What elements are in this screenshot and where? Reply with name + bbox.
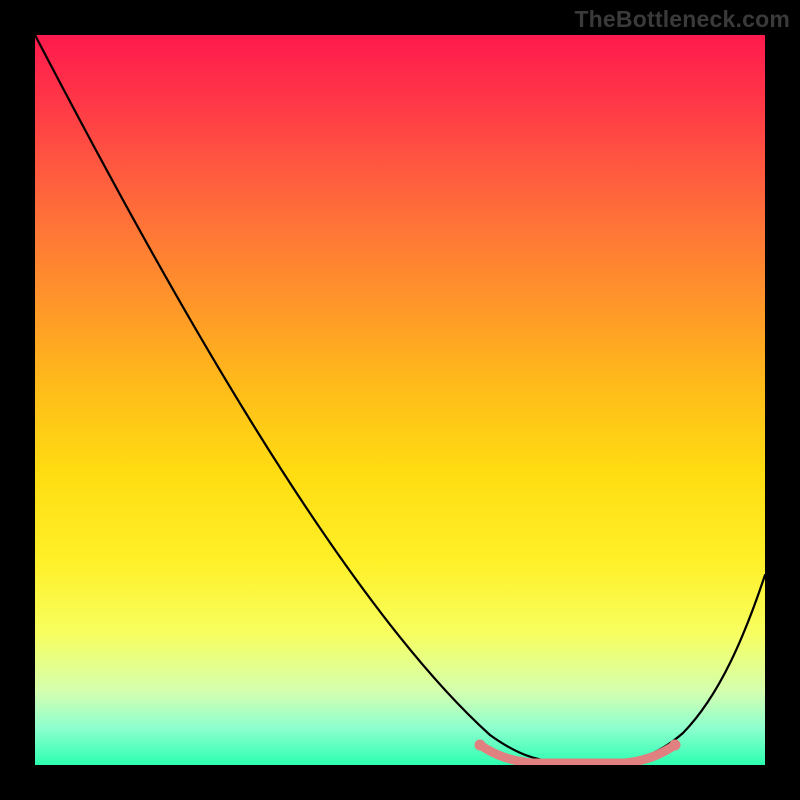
bottleneck-curve	[35, 35, 765, 762]
plot-area	[35, 35, 765, 765]
optimal-range-dot-left	[475, 740, 486, 751]
chart-frame: TheBottleneck.com	[0, 0, 800, 800]
chart-svg	[35, 35, 765, 765]
watermark-text: TheBottleneck.com	[574, 6, 790, 33]
optimal-range-dot-right	[670, 740, 681, 751]
